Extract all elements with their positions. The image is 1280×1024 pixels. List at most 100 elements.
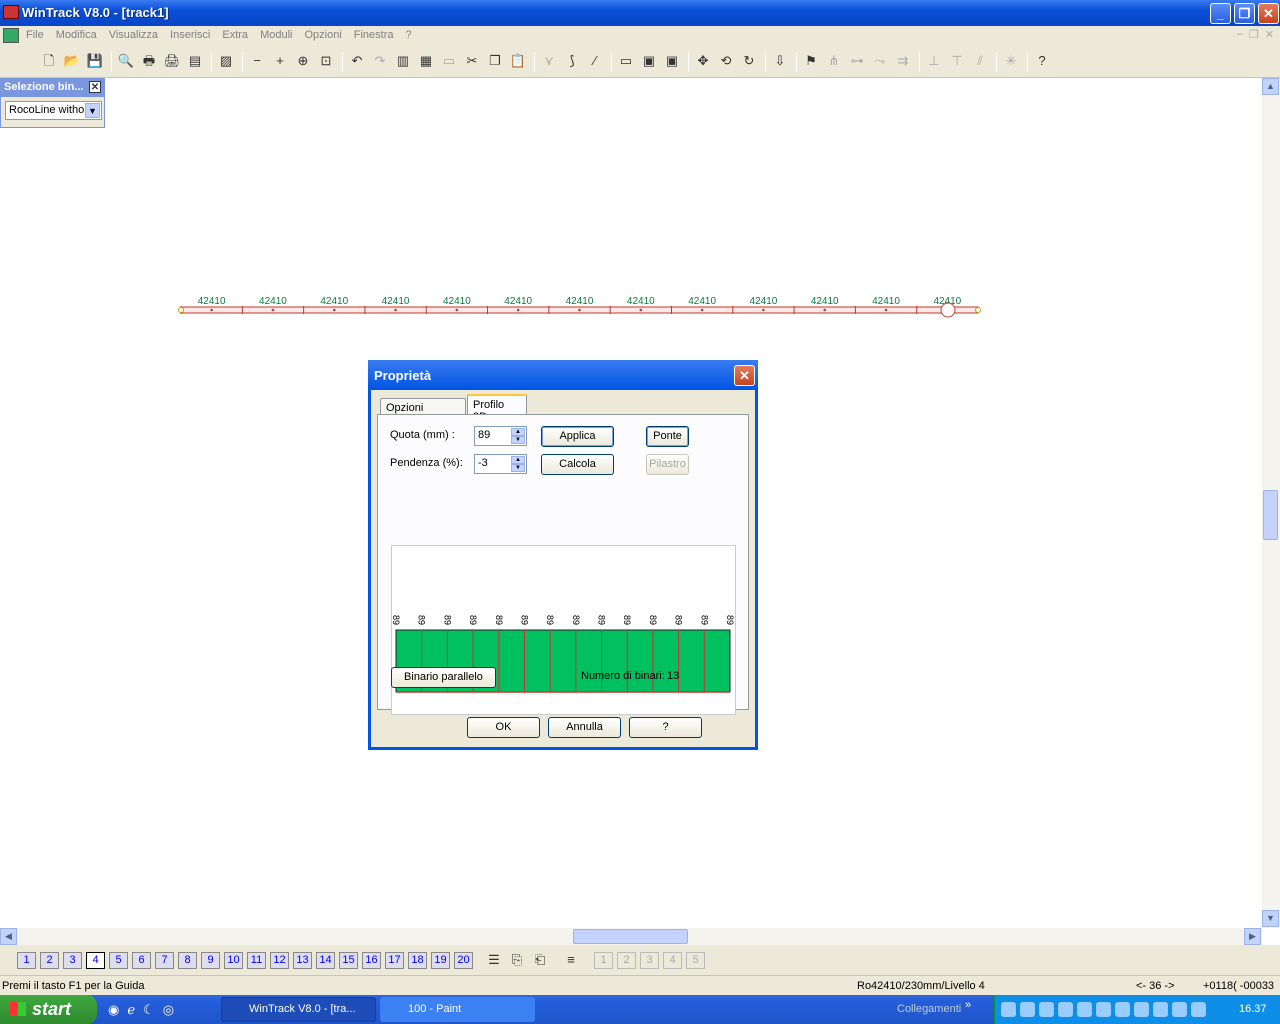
track-center-dot[interactable] [332,308,336,312]
level-button-5[interactable]: 5 [109,952,128,969]
track-center-dot[interactable] [578,308,581,312]
move-icon[interactable]: ✥ [694,52,712,70]
profile-height-label[interactable]: 89 [571,615,581,625]
save-icon[interactable]: 💾 [86,52,104,70]
palette-header[interactable]: Selezione bin... ✕ [1,79,104,97]
bluetooth-icon[interactable] [1077,1002,1092,1017]
applica-button[interactable]: Applica [541,426,614,447]
level-button-11[interactable]: 11 [247,952,266,969]
menu-item-5[interactable]: Moduli [260,29,292,41]
pendenza-input[interactable]: -3 ▲ ▼ [474,454,527,474]
quota-input[interactable]: 89 ▲ ▼ [474,426,527,446]
open-icon[interactable]: 📂 [63,52,81,70]
track-center-dot[interactable] [210,308,213,312]
profile-height-label[interactable]: 89 [519,615,529,625]
level-button-9[interactable]: 9 [201,952,220,969]
print-preview-icon[interactable]: 🔍 [117,52,135,70]
menu-item-8[interactable]: ? [406,29,412,41]
grid-icon[interactable]: ✳ [1002,52,1020,70]
palette-close-icon[interactable]: ✕ [89,81,101,93]
level-button-19[interactable]: 19 [431,952,450,969]
page-icon[interactable]: ▤ [186,52,204,70]
level-button-8[interactable]: 8 [178,952,197,969]
restore-button[interactable]: ❐ [1234,3,1255,24]
scroll-right-icon[interactable]: ▶ [1244,928,1261,945]
task-paint[interactable]: 100 - Paint [380,997,535,1022]
join-icon[interactable]: ⊶ [848,52,866,70]
level-button-14[interactable]: 14 [316,952,335,969]
insert-icon[interactable]: ⇩ [771,52,789,70]
profile-height-label[interactable]: 89 [699,615,709,625]
slope-icon[interactable]: ⫽ [971,52,989,70]
document-icon[interactable] [3,28,19,43]
track-end-marker[interactable] [975,307,981,313]
antivirus-icon[interactable] [1039,1002,1054,1017]
level-down-icon[interactable]: ⊤ [948,52,966,70]
track-segment-label[interactable]: 42410 [504,296,532,307]
zoom-fit-icon[interactable]: ⊡ [317,52,335,70]
level-button-18[interactable]: 18 [408,952,427,969]
quicklaunch-ie-icon[interactable]: ℯ [127,1002,135,1018]
flex-icon[interactable]: ∕ [586,52,604,70]
help-button[interactable]: ? [629,717,702,738]
level-copy-icon[interactable]: ⎗ [531,951,549,969]
battery-icon[interactable] [1115,1002,1130,1017]
track-segment-label[interactable]: 42410 [320,296,348,307]
level-button-3[interactable]: 3 [63,952,82,969]
track-segment-label[interactable]: 42410 [750,296,778,307]
profile-height-label[interactable]: 89 [468,615,478,625]
image-icon[interactable]: ▨ [217,52,235,70]
track-center-dot[interactable] [823,308,827,312]
menu-item-4[interactable]: Extra [222,29,248,41]
level-button-2[interactable]: 2 [40,952,59,969]
profile-height-label[interactable]: 89 [442,615,452,625]
spin-down-icon[interactable]: ▼ [511,436,525,444]
spin-up-icon[interactable]: ▲ [511,456,525,464]
dialog-title-bar[interactable]: Proprietà ✕ [368,360,758,390]
scroll-left-icon[interactable]: ◀ [0,928,17,945]
cut-icon[interactable]: ✂ [463,52,481,70]
track-segment-label[interactable]: 42410 [259,296,287,307]
zoom-in-icon[interactable]: + [271,52,289,70]
zoom-out-icon[interactable]: − [248,52,266,70]
vertical-scroll-thumb[interactable] [1263,490,1278,540]
title-bar[interactable]: WinTrack V8.0 - [track1] _ ❐ ✕ [0,0,1280,26]
menu-item-2[interactable]: Visualizza [109,29,158,41]
menu-item-7[interactable]: Finestra [354,29,394,41]
signal-icon[interactable]: ⚑ [802,52,820,70]
track-center-dot[interactable] [516,308,520,312]
track-center-dot[interactable] [762,308,765,312]
level-button-4[interactable]: 4 [86,952,105,969]
level-button-7[interactable]: 7 [155,952,174,969]
quicklaunch-media-icon[interactable]: ◉ [108,1002,119,1018]
tab-profilo-3d[interactable]: Profilo 3D [467,394,527,423]
monitor-icon[interactable] [1172,1002,1187,1017]
redo-icon[interactable]: ↷ [371,52,389,70]
track-segment-label[interactable]: 42410 [443,296,471,307]
level-button-13[interactable]: 13 [293,952,312,969]
rotate-icon[interactable]: ⟲ [717,52,735,70]
menu-item-3[interactable]: Inserisci [170,29,210,41]
network-icon[interactable] [1001,1002,1016,1017]
track-segment-label[interactable]: 42410 [198,296,226,307]
new-icon[interactable]: 🗋 [40,52,58,70]
track-center-dot[interactable] [884,308,888,312]
track-library-select[interactable]: RocoLine witho ▼ [5,101,102,120]
language-icon[interactable] [1191,1002,1206,1017]
scroll-down-icon[interactable]: ▼ [1262,910,1279,927]
profile-height-label[interactable]: 89 [648,615,658,625]
layer-stack-icon[interactable]: ≡ [562,951,580,969]
level-button-20[interactable]: 20 [454,952,473,969]
dialog-close-icon[interactable]: ✕ [734,365,755,386]
mdi-minimize-icon[interactable]: – [1237,28,1243,41]
print-setup-icon[interactable]: 🖨 [163,52,181,70]
undo-icon[interactable]: ↶ [348,52,366,70]
level-button-12[interactable]: 12 [270,952,289,969]
level-edit-icon[interactable]: ⎘ [508,951,526,969]
menu-item-6[interactable]: Opzioni [304,29,341,41]
close-button[interactable]: ✕ [1258,3,1279,24]
ponte-button[interactable]: Ponte [646,426,689,447]
stack2-icon[interactable]: ▣ [663,52,681,70]
track-segment-label[interactable]: 42410 [382,296,410,307]
profile-height-label[interactable]: 89 [725,615,735,625]
